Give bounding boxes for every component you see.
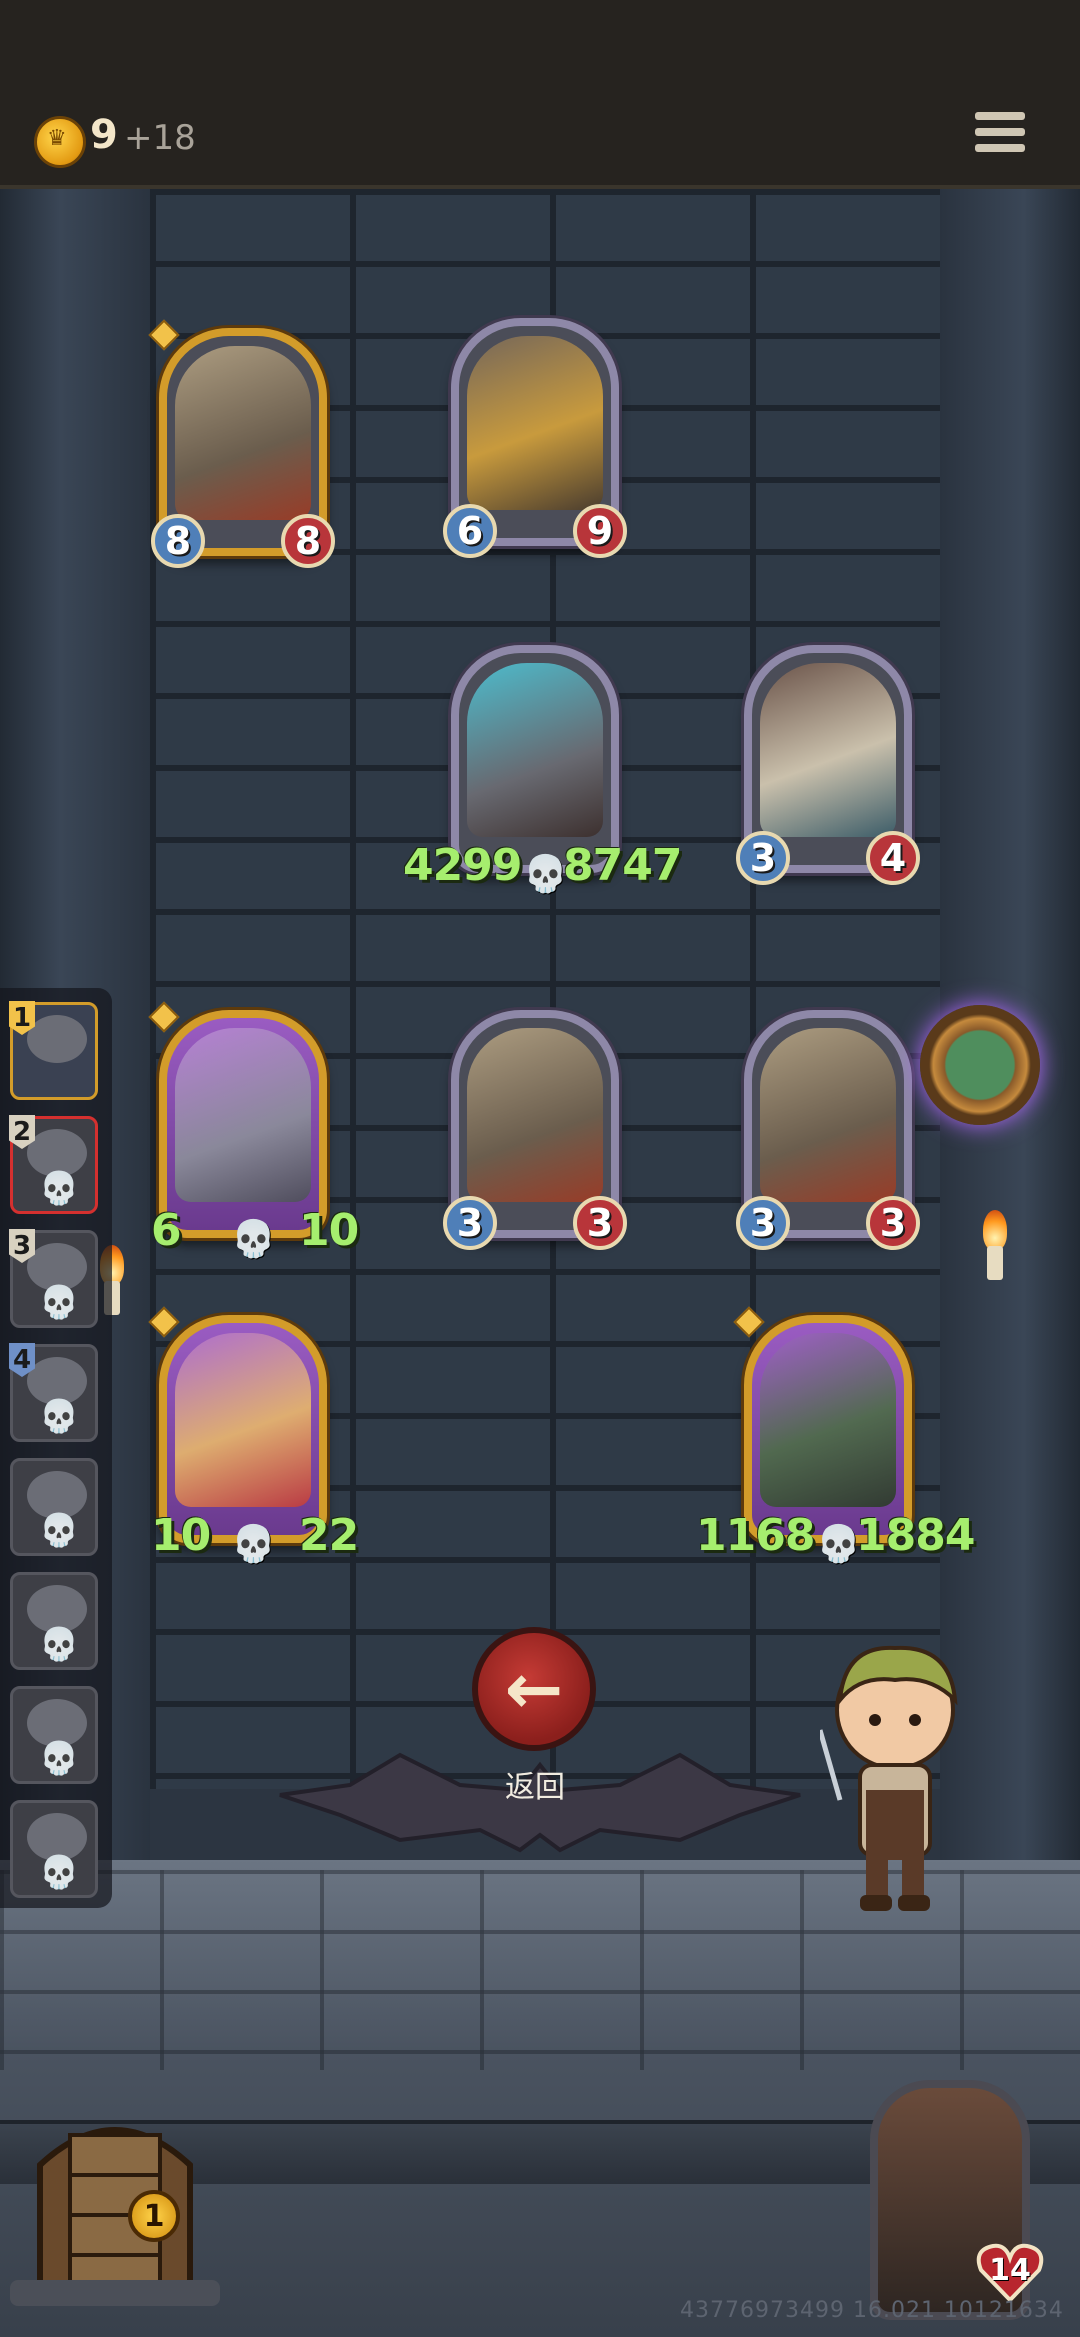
card-health: 9: [573, 504, 627, 558]
card-attack: 6: [443, 504, 497, 558]
pocket-watch-icon[interactable]: [920, 1005, 1040, 1125]
skull-icon: 💀: [39, 1511, 79, 1549]
card-dragon[interactable]: 69: [443, 318, 627, 558]
skull-icon: 💀: [39, 1739, 79, 1777]
treasure-chest-icon[interactable]: [10, 2095, 220, 2310]
queue-slot[interactable]: 4 💀: [9, 1343, 98, 1442]
gold-amount: 9: [90, 112, 118, 158]
card-attack: 3: [443, 1196, 497, 1250]
card-zeppelin-a[interactable]: 33: [443, 1010, 627, 1250]
card-health: 22: [299, 1510, 359, 1561]
tin-robot-icon: [175, 1028, 311, 1202]
card-health: 3: [573, 1196, 627, 1250]
back-button-label: 返回: [505, 1770, 565, 1805]
opponent-queue: 1 2 💀 3 💀 4 💀 💀 💀 💀 💀: [0, 988, 112, 1908]
zeppelin-bomb-icon: [760, 1028, 896, 1202]
skull-icon: 💀: [39, 1625, 79, 1663]
card-demon-boss[interactable]: 4299 8747 💀: [403, 645, 682, 895]
queue-slot[interactable]: 💀: [10, 1458, 98, 1556]
hamburger-menu-icon[interactable]: [975, 112, 1025, 158]
arrow-left-icon: ←: [504, 1648, 564, 1730]
card-attack: 3: [736, 1196, 790, 1250]
card-attack: 8: [151, 514, 205, 568]
card-pinocchio[interactable]: 10 22 💀: [148, 1306, 359, 1565]
cat-portrait-icon: [27, 1015, 87, 1063]
card-attack: 4299: [403, 840, 522, 891]
white-beast-icon: [760, 663, 896, 837]
queue-slot[interactable]: 1: [9, 1001, 98, 1100]
card-attack: 3: [736, 831, 790, 885]
card-robot[interactable]: 6 10 💀: [148, 1001, 359, 1260]
top-bar: [0, 0, 1080, 189]
queue-slot[interactable]: 💀: [10, 1800, 98, 1898]
card-health: 10: [299, 1205, 359, 1256]
card-health: 3: [866, 1196, 920, 1250]
card-health: 4: [866, 831, 920, 885]
hero-character-icon: [820, 1645, 958, 1911]
skull-icon: 💀: [39, 1283, 79, 1321]
chest-count-badge: 1: [128, 2190, 180, 2242]
card-beast[interactable]: 34: [736, 645, 920, 885]
card-grinning-monster[interactable]: 1168 1884 💀: [696, 1306, 975, 1565]
card-zeppelin-b[interactable]: 33: [736, 1010, 920, 1250]
gold-coin-icon: ♛: [34, 116, 86, 168]
skull-icon: 💀: [816, 1524, 861, 1565]
gold-income: +18: [124, 118, 196, 158]
card-zeppelin-gold[interactable]: 88: [148, 319, 335, 568]
skull-icon: 💀: [39, 1397, 79, 1435]
card-health: 8: [281, 514, 335, 568]
queue-slot[interactable]: 💀: [10, 1572, 98, 1670]
card-health: 8747: [563, 840, 682, 891]
right-torch-icon: [975, 1210, 1015, 1280]
queue-slot[interactable]: 2 💀: [9, 1115, 98, 1214]
horned-demon-icon: [467, 663, 603, 837]
card-health: 1884: [856, 1510, 975, 1561]
pinocchio-icon: [175, 1333, 311, 1507]
skull-icon: 💀: [231, 1524, 276, 1565]
zeppelin-bomb-icon: [467, 1028, 603, 1202]
skull-icon: 💀: [39, 1169, 79, 1207]
skull-icon: 💀: [523, 854, 568, 895]
card-attack: 6: [151, 1205, 182, 1256]
queue-slot[interactable]: 3 💀: [9, 1229, 98, 1328]
back-button[interactable]: ←: [472, 1627, 596, 1751]
golden-dragon-icon: [467, 336, 603, 510]
card-attack: 1168: [696, 1510, 815, 1561]
skull-icon: 💀: [39, 1853, 79, 1891]
player-health: 14: [989, 2253, 1031, 2288]
zeppelin-bomb-icon: [175, 346, 311, 520]
card-attack: 10: [151, 1510, 211, 1561]
queue-slot[interactable]: 💀: [10, 1686, 98, 1784]
grinning-monster-icon: [760, 1333, 896, 1507]
skull-icon: 💀: [231, 1219, 276, 1260]
build-id: 43776973499 16.021 10121634: [680, 2298, 1064, 2323]
